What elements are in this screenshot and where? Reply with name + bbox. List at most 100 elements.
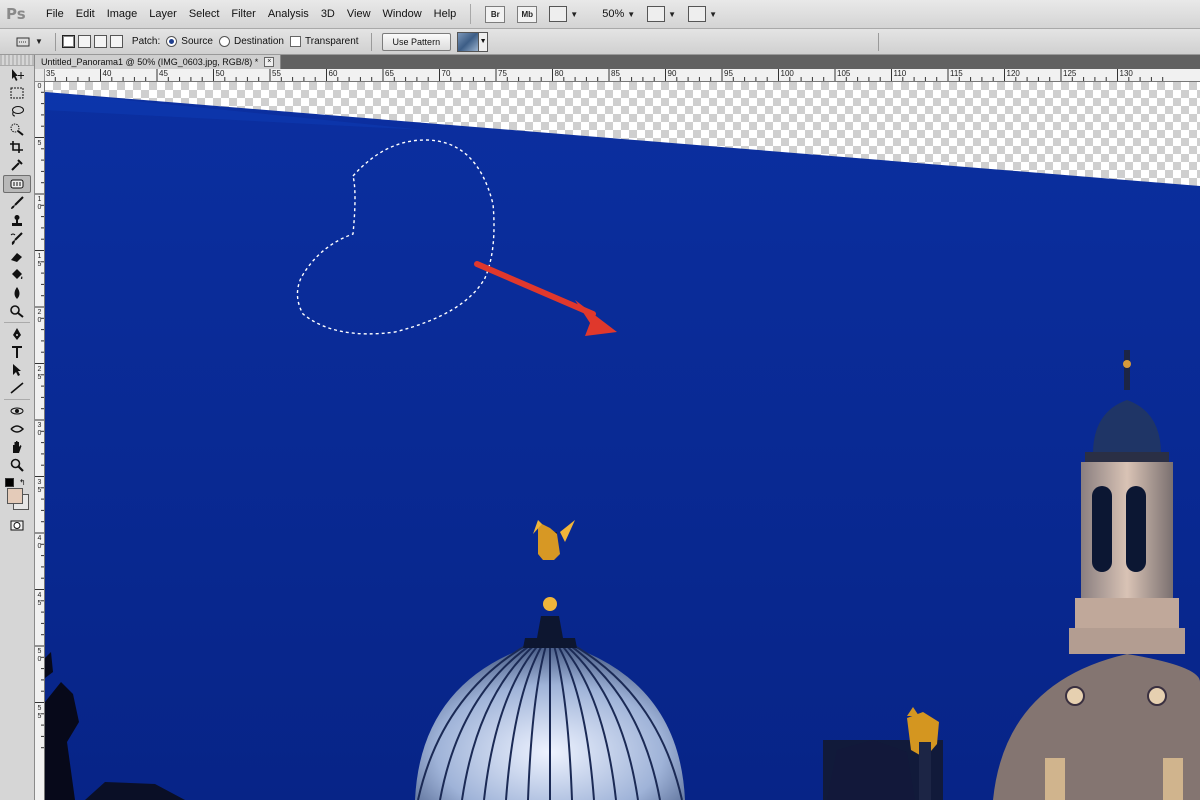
add-selection-mode-button[interactable]: [77, 35, 91, 48]
horizontal-ruler[interactable]: 35 40 45 50 55 60 65 70 75 80 85 90 95 100 105 110 115 12…: [44, 69, 1200, 82]
foreground-color-swatch[interactable]: [7, 488, 23, 504]
ruler-label: 2 0: [37, 309, 42, 324]
panel-grip[interactable]: [0, 55, 34, 66]
panorama-image: [45, 92, 1200, 800]
menu-image[interactable]: Image: [101, 0, 144, 28]
pen-tool-icon[interactable]: [3, 325, 31, 343]
3d-rotate-icon[interactable]: [3, 402, 31, 420]
paint-bucket-icon[interactable]: [3, 266, 31, 284]
destination-label[interactable]: Destination: [234, 36, 284, 47]
menu-select[interactable]: Select: [183, 0, 226, 28]
ruler-label: 50: [215, 69, 225, 78]
arrange-documents-icon[interactable]: [647, 6, 666, 22]
path-selection-icon[interactable]: [3, 361, 31, 379]
3d-orbit-icon[interactable]: [3, 420, 31, 438]
move-tool-icon[interactable]: [3, 66, 31, 84]
transparent-label[interactable]: Transparent: [305, 36, 359, 47]
screen-mode-icon[interactable]: [688, 6, 707, 22]
chevron-down-icon[interactable]: ▼: [668, 10, 676, 19]
patch-tool-icon[interactable]: [3, 175, 31, 193]
menu-edit[interactable]: Edit: [70, 0, 101, 28]
menu-3d[interactable]: 3D: [315, 0, 341, 28]
ruler-label: 110: [893, 69, 907, 78]
history-brush-icon[interactable]: [3, 230, 31, 248]
chevron-down-icon[interactable]: ▼: [709, 10, 717, 19]
ruler-label: 105: [837, 69, 851, 78]
menu-window[interactable]: Window: [377, 0, 428, 28]
zoom-level[interactable]: 50%: [602, 8, 624, 20]
ruler-label: 70: [441, 69, 451, 78]
default-colors-icon[interactable]: [5, 478, 14, 487]
chevron-down-icon[interactable]: ▼: [627, 10, 635, 19]
swap-colors-icon[interactable]: ↰: [19, 478, 26, 487]
toolbar-separator: [4, 399, 30, 400]
menu-analysis[interactable]: Analysis: [262, 0, 315, 28]
source-label[interactable]: Source: [181, 36, 213, 47]
blur-tool-icon[interactable]: [3, 284, 31, 302]
mini-bridge-button[interactable]: Mb: [517, 5, 538, 23]
document-tab[interactable]: Untitled_Panorama1 @ 50% (IMG_0603.jpg, …: [35, 55, 282, 69]
marquee-tool-icon[interactable]: [3, 84, 31, 102]
toolbar-separator: [4, 322, 30, 323]
ruler-label: 40: [102, 69, 112, 78]
type-tool-icon[interactable]: [3, 343, 31, 361]
color-swatches: ↰: [3, 478, 31, 512]
document-tab-title: Untitled_Panorama1 @ 50% (IMG_0603.jpg, …: [41, 57, 259, 67]
zoom-tool-icon[interactable]: [3, 456, 31, 474]
photoshop-logo: Ps: [6, 5, 26, 23]
chevron-down-icon[interactable]: ▼: [570, 10, 578, 19]
ruler-label: 60: [328, 69, 338, 78]
chevron-down-icon[interactable]: ▼: [479, 31, 489, 52]
hand-tool-icon[interactable]: [3, 438, 31, 456]
close-icon[interactable]: ×: [264, 57, 275, 67]
view-extras-icon[interactable]: [549, 6, 568, 22]
options-separator: [54, 32, 56, 51]
intersect-selection-mode-button[interactable]: [109, 35, 123, 48]
ruler-label: 5 0: [37, 648, 42, 663]
line-tool-icon[interactable]: [3, 379, 31, 397]
document-tab-strip: Untitled_Panorama1 @ 50% (IMG_0603.jpg, …: [35, 55, 1200, 69]
vertical-ruler[interactable]: 0 5 1 0 1 5 2 0 2 5 3 0 3 5 4 0 4 5 5 0 5 5: [35, 81, 45, 800]
menu-view[interactable]: View: [341, 0, 377, 28]
options-bar: ▼ Patch: Source Destination Transparent …: [0, 29, 1200, 55]
ruler-label: 5 5: [37, 704, 42, 720]
eraser-icon[interactable]: [3, 248, 31, 266]
ruler-label: 90: [667, 69, 677, 78]
ruler-label: 3 5: [37, 478, 42, 494]
crop-tool-icon[interactable]: [3, 138, 31, 156]
clone-stamp-icon[interactable]: [3, 212, 31, 230]
bridge-button[interactable]: Br: [485, 5, 506, 23]
ruler-label: 3 0: [37, 422, 42, 437]
brush-tool-icon[interactable]: [3, 194, 31, 212]
menu-filter[interactable]: Filter: [225, 0, 261, 28]
ruler-ticks: [35, 81, 44, 749]
ruler-label: 1 5: [37, 252, 42, 268]
lasso-tool-icon[interactable]: [3, 102, 31, 120]
transparent-checkbox[interactable]: [290, 36, 301, 47]
ruler-label: 85: [611, 69, 620, 78]
menu-file[interactable]: File: [40, 0, 70, 28]
ruler-label: 125: [1063, 69, 1077, 78]
pattern-picker[interactable]: [457, 31, 480, 52]
source-radio[interactable]: [166, 36, 178, 47]
menu-bar: Ps File Edit Image Layer Select Filter A…: [0, 0, 1200, 29]
destination-radio[interactable]: [218, 36, 230, 47]
quick-mask-icon[interactable]: [3, 516, 31, 534]
ruler-label: 80: [554, 69, 564, 78]
patch-tool-preset-icon[interactable]: [14, 33, 32, 51]
quick-selection-icon[interactable]: [3, 120, 31, 138]
chevron-down-icon[interactable]: ▼: [35, 37, 43, 46]
subtract-selection-mode-button[interactable]: [93, 35, 107, 48]
eyedropper-icon[interactable]: [3, 156, 31, 174]
ruler-label: 0: [37, 83, 42, 90]
ruler-label: 130: [1119, 69, 1133, 78]
ruler-label: 95: [724, 69, 733, 78]
menu-separator: [470, 4, 472, 24]
menu-layer[interactable]: Layer: [143, 0, 183, 28]
new-selection-mode-button[interactable]: [61, 35, 75, 48]
use-pattern-button[interactable]: Use Pattern: [381, 32, 452, 51]
document-canvas[interactable]: [45, 82, 1200, 800]
menu-help[interactable]: Help: [428, 0, 463, 28]
dodge-tool-icon[interactable]: [3, 302, 31, 320]
options-separator: [878, 32, 880, 51]
